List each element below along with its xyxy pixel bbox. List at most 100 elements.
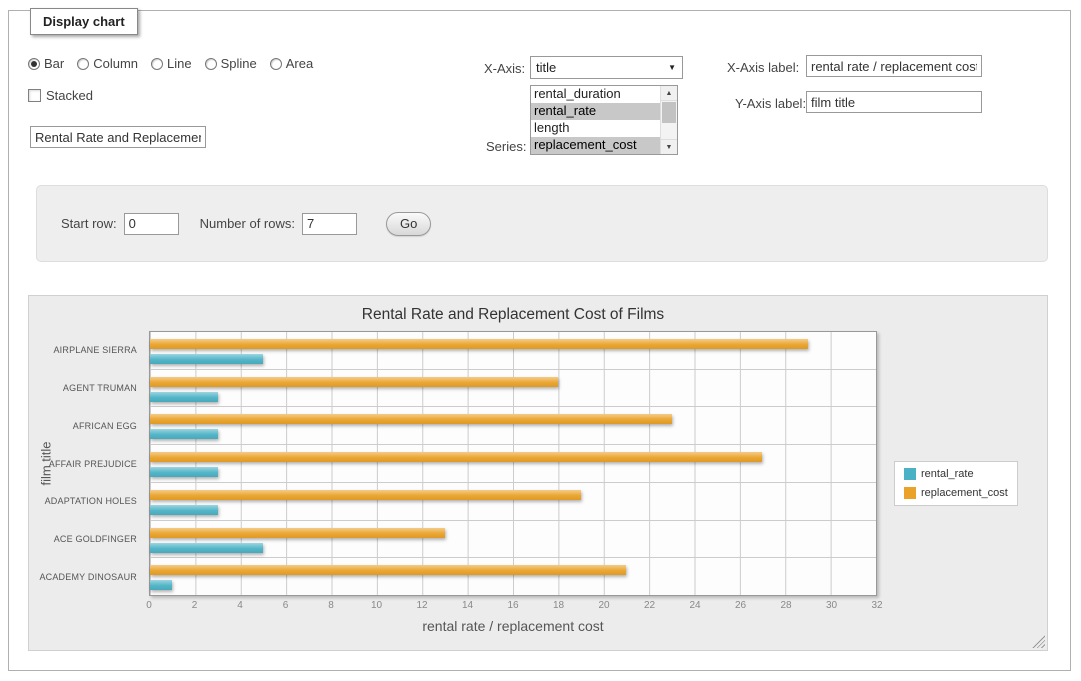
bar-rental_rate [150,467,218,477]
x-tick-label: 16 [507,600,518,611]
radio-icon[interactable] [151,58,163,70]
resize-handle-icon[interactable] [1032,635,1045,648]
category-labels: AIRPLANE SIERRAAGENT TRUMANAFRICAN EGGAF… [29,331,143,596]
x-tick-label: 28 [780,600,791,611]
radio-icon[interactable] [77,58,89,70]
series-option-replacement_cost[interactable]: replacement_cost [531,137,660,154]
bar-rental_rate [150,429,218,439]
radio-icon[interactable] [270,58,282,70]
scroll-up-icon[interactable]: ▲ [661,86,677,101]
plot-rows [150,332,876,595]
series-option-rental_rate[interactable]: rental_rate [531,103,660,120]
start-row-input[interactable] [124,213,179,235]
legend-item-rental_rate: rental_rate [904,468,1008,480]
plot-area [149,331,877,596]
series-option-rental_duration[interactable]: rental_duration [531,86,660,103]
x-tick-label: 26 [735,600,746,611]
number-of-rows-label: Number of rows: [200,216,295,231]
chart-panel: Rental Rate and Replacement Cost of Film… [28,295,1048,651]
category-label: AGENT TRUMAN [29,369,143,407]
x-axis-select-label: X-Axis: [484,61,525,76]
category-label: AFFAIR PREJUDICE [29,445,143,483]
y-axis-label-field-label: Y-Axis label: [735,96,806,111]
x-tick-label: 30 [826,600,837,611]
radio-icon[interactable] [28,58,40,70]
x-tick-label: 0 [146,600,152,611]
chart-title: Rental Rate and Replacement Cost of Film… [149,306,877,324]
x-tick-label: 6 [283,600,289,611]
series-multiselect-options: rental_durationrental_ratelengthreplacem… [531,86,660,154]
plot-row [150,521,876,559]
category-label: ADAPTATION HOLES [29,482,143,520]
number-of-rows-input[interactable] [302,213,357,235]
legend-swatch [904,487,916,499]
scroll-down-icon[interactable]: ▼ [661,139,677,154]
stacked-label: Stacked [46,88,93,103]
chart-type-option-column[interactable]: Column [77,56,138,71]
plot-row [150,445,876,483]
stacked-checkbox[interactable] [28,89,41,102]
plot-row [150,407,876,445]
chart-title-input[interactable] [30,126,206,148]
x-tick-label: 10 [371,600,382,611]
x-tick-label: 2 [192,600,198,611]
bar-replacement_cost [150,339,808,349]
x-ticks: 02468101214161820222426283032 [149,600,877,612]
bar-rental_rate [150,392,218,402]
bar-replacement_cost [150,377,558,387]
x-tick-label: 18 [553,600,564,611]
series-multiselect[interactable]: rental_durationrental_ratelengthreplacem… [530,85,678,155]
category-label: ACE GOLDFINGER [29,520,143,558]
chevron-down-icon: ▼ [668,64,676,72]
chart-type-radios: Bar Column Line Spline Area [28,56,313,71]
category-label: ACADEMY DINOSAUR [29,558,143,596]
fieldset-legend: Display chart [30,8,138,35]
y-axis-label-input[interactable] [806,91,982,113]
rows-panel: Start row: Number of rows: Go [36,185,1048,262]
plot-row [150,558,876,595]
x-axis-selected-value: title [536,60,556,75]
bar-replacement_cost [150,490,581,500]
x-tick-label: 12 [416,600,427,611]
plot-row [150,332,876,370]
x-tick-label: 22 [644,600,655,611]
go-button[interactable]: Go [386,212,431,236]
legend-label: replacement_cost [921,487,1008,499]
legend-item-replacement_cost: replacement_cost [904,487,1008,499]
x-axis-label-input[interactable] [806,55,982,77]
radio-label: Spline [221,56,257,71]
bar-replacement_cost [150,565,626,575]
bar-replacement_cost [150,452,762,462]
radio-label: Bar [44,56,64,71]
chart-type-option-bar[interactable]: Bar [28,56,64,71]
series-multiselect-scrollbar[interactable]: ▲ ▼ [660,86,677,154]
scrollbar-thumb[interactable] [662,102,676,123]
category-label: AFRICAN EGG [29,407,143,445]
plot-row [150,483,876,521]
x-tick-label: 20 [598,600,609,611]
chart-type-option-line[interactable]: Line [151,56,192,71]
chart-type-option-area[interactable]: Area [270,56,313,71]
start-row-label: Start row: [61,216,117,231]
x-tick-label: 14 [462,600,473,611]
series-select-label: Series: [486,139,526,154]
bar-rental_rate [150,543,263,553]
bar-rental_rate [150,354,263,364]
radio-label: Column [93,56,138,71]
radio-icon[interactable] [205,58,217,70]
chart-legend: rental_rate replacement_cost [894,461,1018,506]
x-axis-label-field-label: X-Axis label: [727,60,799,75]
legend-label: rental_rate [921,468,974,480]
x-axis-select[interactable]: title ▼ [530,56,683,79]
stacked-checkbox-row[interactable]: Stacked [28,88,93,103]
series-option-length[interactable]: length [531,120,660,137]
x-tick-label: 24 [689,600,700,611]
display-chart-page: Display chart Bar Column Line Spline Area St… [0,0,1081,681]
x-tick-label: 32 [871,600,882,611]
bar-replacement_cost [150,528,445,538]
radio-label: Area [286,56,313,71]
bar-rental_rate [150,505,218,515]
bar-replacement_cost [150,414,672,424]
chart-type-option-spline[interactable]: Spline [205,56,257,71]
x-tick-label: 4 [237,600,243,611]
